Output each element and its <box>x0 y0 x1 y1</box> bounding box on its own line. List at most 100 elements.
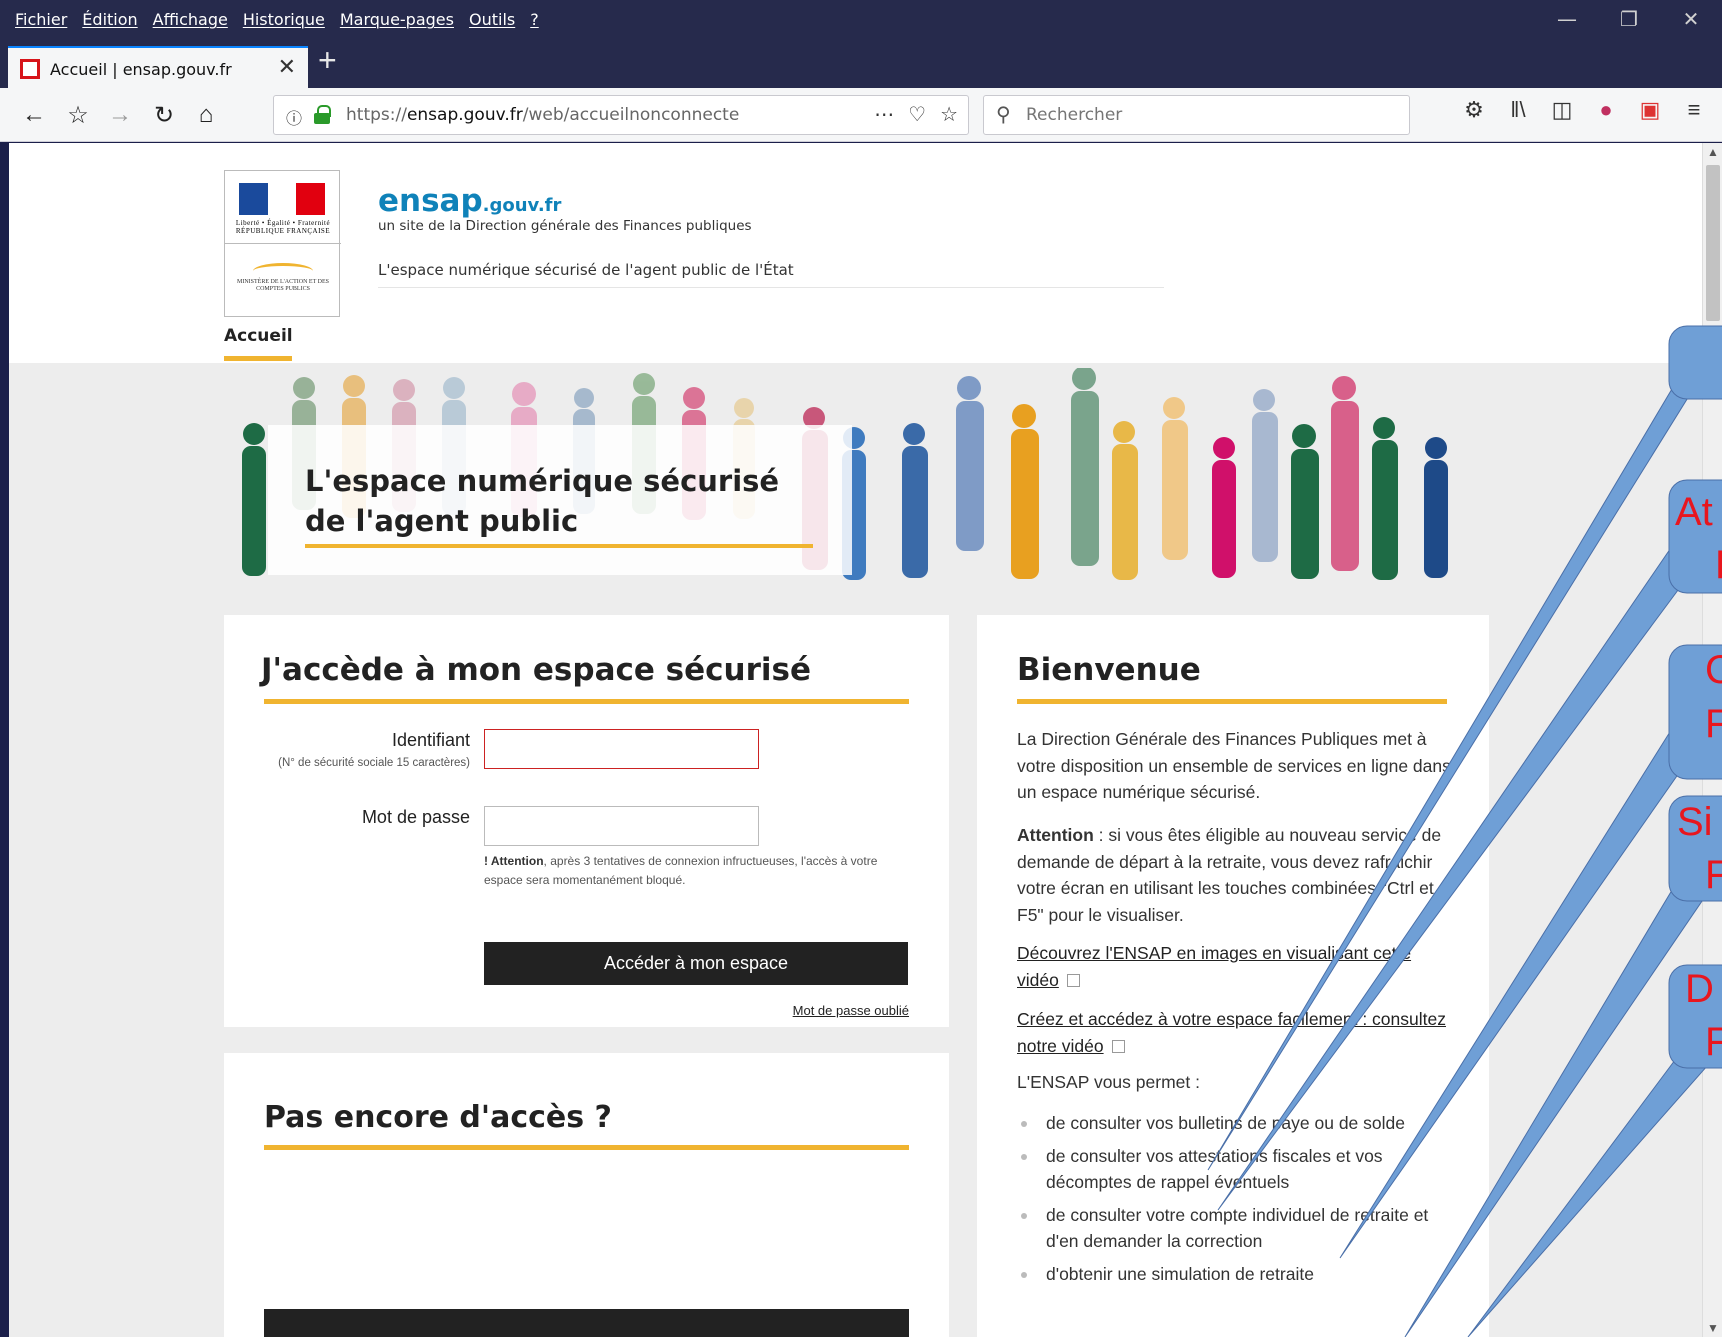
menu-outils[interactable]: Outils <box>469 10 515 29</box>
page-actions-icon[interactable]: ⋯ <box>874 102 894 126</box>
services-list: de consulter vos bulletins de paye ou de… <box>1017 1110 1457 1293</box>
sidebar-icon[interactable]: ◫ <box>1550 97 1574 123</box>
restore-icon[interactable]: ❐ <box>1598 0 1660 38</box>
home-icon[interactable]: ⌂ <box>188 97 224 133</box>
menu-marque-pages[interactable]: Marque-pages <box>340 10 454 29</box>
navigation-bar: ← ☆ → ↻ ⌂ ⓘ https://ensap.gouv.fr/web/ac… <box>0 88 1722 142</box>
scroll-down-icon[interactable]: ▼ <box>1707 1321 1719 1335</box>
welcome-attention: Attention : si vous êtes éligible au nou… <box>1017 825 1442 925</box>
banner-title-line1: L'espace numérique sécurisé <box>305 464 780 498</box>
callout-label-1b: F <box>1715 543 1722 588</box>
no-access-card: Pas encore d'accès ? <box>224 1053 949 1337</box>
external-link-icon <box>1066 973 1080 987</box>
list-item: de consulter vos attestations fiscales e… <box>1017 1143 1457 1196</box>
identifiant-hint: (N° de sécurité sociale 15 caractères) <box>278 757 470 769</box>
logo-republique-text: Liberté • Égalité • Fraternité RÉPUBLIQU… <box>235 219 331 235</box>
list-item: de consulter vos bulletins de paye ou de… <box>1017 1110 1457 1137</box>
government-logo: Liberté • Égalité • Fraternité RÉPUBLIQU… <box>224 170 341 317</box>
page-content: Liberté • Égalité • Fraternité RÉPUBLIQU… <box>9 143 1702 1337</box>
welcome-title: Bienvenue <box>1017 652 1201 688</box>
toolbar-icons: ⚙ ‖\ ◫ ● ▣ ≡ <box>1462 97 1706 123</box>
callout-label-3b: F <box>1705 853 1722 897</box>
info-icon[interactable]: ⓘ <box>286 105 302 129</box>
site-subtitle: un site de la Direction générale des Fin… <box>378 218 752 234</box>
brand-name: ensap <box>378 183 483 219</box>
banner-underline <box>305 544 813 548</box>
menu-aide[interactable]: ? <box>530 10 539 29</box>
scroll-up-icon[interactable]: ▲ <box>1707 145 1719 159</box>
menu-affichage[interactable]: Affichage <box>153 10 228 29</box>
close-tab-icon[interactable]: ✕ <box>278 55 296 80</box>
menu-bar: Fichier Édition Affichage Historique Mar… <box>0 0 1722 38</box>
ensap-permet: L'ENSAP vous permet : <box>1017 1072 1200 1092</box>
password-input[interactable] <box>484 806 759 846</box>
search-icon: ⚲ <box>996 102 1011 126</box>
pocket-icon[interactable]: ♡ <box>908 102 926 126</box>
url-bar[interactable]: ⓘ https://ensap.gouv.fr/web/accueilnonco… <box>273 95 969 135</box>
callout-label-4a: D <box>1685 967 1714 1011</box>
nav-active-indicator <box>224 356 292 361</box>
no-access-title-rule <box>264 1145 909 1150</box>
hamburger-menu-icon[interactable]: ≡ <box>1682 97 1706 123</box>
star-icon[interactable]: ☆ <box>940 102 958 126</box>
welcome-title-rule <box>1017 699 1447 704</box>
login-title: J'accède à mon espace sécurisé <box>261 652 811 688</box>
welcome-intro: La Direction Générale des Finances Publi… <box>1017 729 1451 802</box>
nav-accueil[interactable]: Accueil <box>224 326 293 346</box>
identifiant-input[interactable] <box>484 729 759 769</box>
site-tagline: L'espace numérique sécurisé de l'agent p… <box>378 261 794 279</box>
window-controls: — ❐ ✕ <box>1536 0 1722 38</box>
video-link-2[interactable]: Créez et accédez à votre espace facileme… <box>1017 1006 1457 1059</box>
callout-label-2b: F <box>1705 702 1722 746</box>
banner-title: L'espace numérique sécurisé de l'agent p… <box>305 461 779 541</box>
site-brand[interactable]: ensap.gouv.fr <box>378 183 561 219</box>
logo-divider <box>225 243 341 244</box>
external-link-icon <box>1111 1039 1125 1053</box>
extension-icon[interactable]: ● <box>1594 97 1618 123</box>
pocket-save-icon[interactable]: ▣ <box>1638 97 1662 123</box>
list-item: d'obtenir une simulation de retraite <box>1017 1261 1457 1288</box>
close-window-icon[interactable]: ✕ <box>1660 0 1722 38</box>
extension-gear-icon[interactable]: ⚙ <box>1462 97 1486 123</box>
login-card: J'accède à mon espace sécurisé Identifia… <box>224 615 949 1027</box>
tab-bar: Accueil | ensap.gouv.fr ✕ + <box>0 38 1722 90</box>
url-actions: ⋯ ♡ ☆ <box>874 102 958 126</box>
menu-edition[interactable]: Édition <box>82 10 137 29</box>
header-divider <box>378 287 1164 288</box>
login-title-rule <box>264 699 909 704</box>
back-icon[interactable]: ← <box>16 97 52 133</box>
forgot-password-link[interactable]: Mot de passe oublié <box>793 1003 909 1018</box>
marianne-logo <box>239 183 326 215</box>
login-warning: ! Attention, après 3 tentatives de conne… <box>484 854 878 887</box>
menu-fichier[interactable]: Fichier <box>15 10 67 29</box>
no-access-title: Pas encore d'accès ? <box>264 1100 612 1135</box>
new-tab-icon[interactable]: + <box>318 42 337 79</box>
lock-icon[interactable] <box>314 105 331 124</box>
list-item: de consulter votre compte individuel de … <box>1017 1202 1457 1255</box>
reload-icon[interactable]: ↻ <box>146 97 182 133</box>
scroll-thumb[interactable] <box>1706 165 1720 321</box>
minimize-icon[interactable]: — <box>1536 0 1598 38</box>
callout-label-2a: C <box>1705 648 1722 692</box>
video-link-1[interactable]: Découvrez l'ENSAP en images en visualisa… <box>1017 940 1457 993</box>
banner-title-line2: de l'agent public <box>305 504 579 538</box>
identifiant-label: Identifiant <box>391 730 470 750</box>
welcome-card: Bienvenue La Direction Générale des Fina… <box>977 615 1489 1337</box>
password-label: Mot de passe <box>361 807 470 827</box>
create-account-button[interactable] <box>264 1309 909 1337</box>
menu-historique[interactable]: Historique <box>243 10 325 29</box>
callout-label-3a: Si <box>1677 800 1713 844</box>
menu-items: Fichier Édition Affichage Historique Mar… <box>15 10 539 29</box>
tab-accueil[interactable]: Accueil | ensap.gouv.fr ✕ <box>8 46 308 90</box>
search-input[interactable] <box>1026 102 1396 128</box>
forward-icon[interactable]: → <box>102 97 138 133</box>
bookmark-home-icon[interactable]: ☆ <box>60 97 96 133</box>
callout-label-1a: At <box>1675 490 1713 534</box>
search-bar: ⚲ <box>983 95 1410 135</box>
logo-ministry-text: MINISTÈRE DE L'ACTION ET DES COMPTES PUB… <box>237 279 329 292</box>
library-icon[interactable]: ‖\ <box>1506 97 1530 123</box>
url-text: https://ensap.gouv.fr/web/accueilnonconn… <box>346 105 740 125</box>
tab-title: Accueil | ensap.gouv.fr <box>50 59 232 79</box>
favicon-icon <box>20 59 40 79</box>
submit-login-button[interactable]: Accéder à mon espace <box>484 942 908 985</box>
